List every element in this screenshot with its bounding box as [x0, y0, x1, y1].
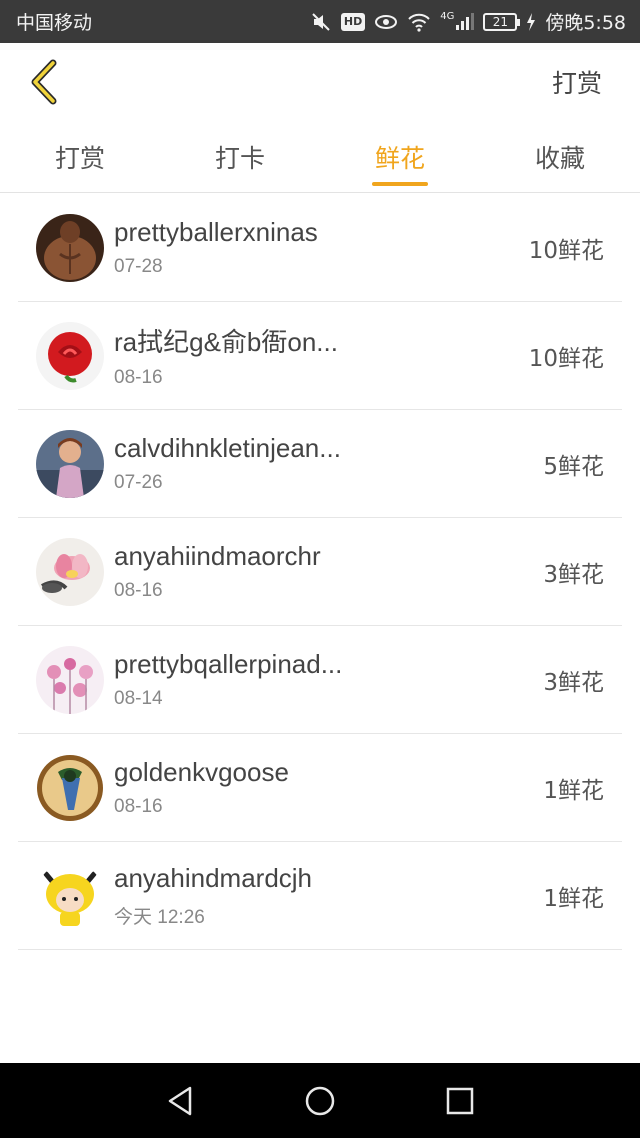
user-name: anyahiindmaorchr	[114, 541, 321, 571]
list-item[interactable]: prettyballerxninas 07-28 10鲜花	[18, 194, 622, 302]
back-button[interactable]	[24, 57, 64, 107]
list-item-info: ra拭纪g&俞b衙on... 08-16	[114, 322, 529, 389]
flower-amount: 3鲜花	[543, 561, 604, 588]
user-name: goldenkvgoose	[114, 757, 289, 787]
chevron-left-icon	[31, 59, 57, 105]
list-item[interactable]: calvdihnkletinjean... 07-26 5鲜花	[18, 410, 622, 518]
nav-home-button[interactable]	[290, 1071, 350, 1131]
tab-favorites[interactable]: 收藏	[480, 121, 640, 192]
gift-date: 07-28	[114, 256, 163, 277]
status-icons: HD 4G 21 傍晚5:58	[310, 8, 626, 35]
avatar[interactable]	[36, 645, 104, 714]
eye-icon	[374, 11, 398, 33]
user-name: ra拭纪g&俞b衙on...	[114, 327, 338, 357]
list-item[interactable]: goldenkvgoose 08-16 1鲜花	[18, 734, 622, 842]
avatar[interactable]	[36, 753, 104, 822]
circle-home-icon	[305, 1086, 335, 1115]
list-item-info: prettybqallerpinad... 08-14	[114, 649, 543, 710]
status-bar: 中国移动 HD 4G 21 傍晚5:58	[0, 0, 640, 43]
mute-icon	[310, 11, 332, 33]
flower-amount: 10鲜花	[528, 237, 604, 264]
tab-flowers[interactable]: 鲜花	[320, 121, 480, 192]
gift-date: 07-26	[114, 472, 163, 493]
flower-amount: 10鲜花	[528, 345, 604, 372]
avatar[interactable]	[36, 861, 104, 930]
list-item-info: calvdihnkletinjean... 07-26	[114, 433, 543, 494]
clock: 傍晚5:58	[545, 12, 626, 34]
nav-recents-button[interactable]	[430, 1071, 490, 1131]
list-item-info: goldenkvgoose 08-16	[114, 757, 543, 818]
list-item[interactable]: ra拭纪g&俞b衙on... 08-16 10鲜花	[18, 302, 622, 410]
user-name: anyahindmardcjh	[114, 862, 313, 893]
tab-bar: 打赏 打卡 鲜花 收藏	[0, 121, 640, 193]
list-item[interactable]: anyahiindmaorchr 08-16 3鲜花	[18, 518, 622, 626]
avatar[interactable]	[36, 429, 104, 498]
flower-list: prettyballerxninas 07-28 10鲜花 ra拭纪g&俞b衙o…	[18, 194, 622, 950]
gift-date: 08-16	[114, 580, 163, 601]
network-type: 4G	[440, 10, 455, 22]
user-name: calvdihnkletinjean...	[114, 433, 341, 463]
hd-badge: HD	[340, 12, 366, 31]
list-item-info: anyahindmardcjh 今天 12:26	[114, 863, 543, 929]
gift-date: 今天 12:26	[114, 906, 205, 928]
flower-amount: 1鲜花	[543, 777, 604, 804]
list-item[interactable]: anyahindmardcjh 今天 12:26 1鲜花	[18, 842, 622, 950]
square-recents-icon	[446, 1087, 474, 1114]
list-item[interactable]: prettybqallerpinad... 08-14 3鲜花	[18, 626, 622, 734]
avatar[interactable]	[36, 537, 104, 606]
user-name: prettybqallerpinad...	[114, 649, 343, 679]
flower-amount: 5鲜花	[543, 453, 604, 480]
triangle-back-icon	[168, 1086, 192, 1115]
tab-reward[interactable]: 打赏	[0, 121, 160, 192]
reward-action-button[interactable]: 打赏	[552, 64, 602, 100]
charging-icon	[526, 11, 536, 33]
battery-indicator: 21	[483, 12, 521, 31]
signal-icon: 4G	[440, 10, 475, 33]
flower-amount: 3鲜花	[543, 669, 604, 696]
header-bar: 打赏	[0, 43, 640, 121]
gift-date: 08-16	[114, 367, 163, 388]
user-name: prettyballerxninas	[114, 217, 318, 247]
list-item-info: anyahiindmaorchr 08-16	[114, 541, 543, 602]
wifi-icon	[407, 11, 431, 33]
gift-date: 08-14	[114, 688, 163, 709]
avatar[interactable]	[36, 321, 104, 390]
carrier-label: 中国移动	[16, 12, 93, 34]
gift-date: 08-16	[114, 796, 163, 817]
system-nav-bar	[0, 1063, 640, 1138]
nav-back-button[interactable]	[150, 1071, 210, 1131]
tab-checkin[interactable]: 打卡	[160, 121, 320, 192]
flower-amount: 1鲜花	[543, 885, 604, 912]
list-item-info: prettyballerxninas 07-28	[114, 217, 529, 278]
avatar[interactable]	[36, 213, 104, 282]
